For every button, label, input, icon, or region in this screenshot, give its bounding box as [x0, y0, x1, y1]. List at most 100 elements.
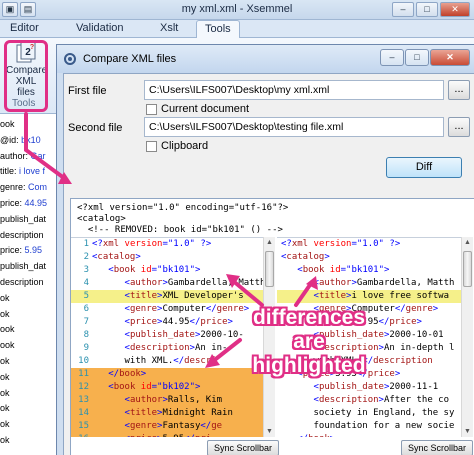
diff-button[interactable]: Diff	[386, 157, 462, 178]
code-line: 10 with XML.</descri	[71, 355, 263, 368]
dialog-titlebar: Compare XML files – □ ✕	[57, 45, 474, 73]
clipboard-checkbox[interactable]	[146, 141, 157, 152]
summary-line: <?xml version="1.0" encoding="utf-16"?>	[77, 203, 289, 213]
tree-item[interactable]: ok	[0, 419, 10, 429]
code-token: ="1.0" ?>	[351, 239, 401, 249]
code-token: Computer	[162, 304, 206, 314]
tree-item[interactable]: ook	[0, 324, 15, 334]
second-file-path-input[interactable]: C:\Users\ILFS007\Desktop\testing file.xm…	[144, 117, 444, 137]
line-number: 10	[78, 356, 89, 366]
tree-item[interactable]: genre: Com	[0, 182, 47, 192]
code-token: price	[129, 317, 158, 327]
code-token: An in-depth l	[383, 343, 455, 353]
tree-item[interactable]: price: 5.95	[0, 245, 42, 255]
first-file-browse-button[interactable]: ...	[448, 80, 470, 100]
code-token: 2000-10-01	[389, 330, 444, 340]
right-scroll-thumb[interactable]	[463, 251, 472, 287]
dialog-minimize-icon[interactable]: –	[380, 49, 404, 66]
tree-item[interactable]: ok	[0, 309, 10, 319]
code-line: 5 <title>XML Developer's	[71, 290, 263, 303]
code-token: </	[394, 304, 406, 314]
code-token: price	[200, 317, 228, 327]
tree-item[interactable]: description	[0, 230, 44, 240]
first-file-label: First file	[68, 85, 107, 97]
tree-item[interactable]: description	[0, 277, 44, 287]
tree-item-key: ook	[0, 324, 15, 335]
code-token: >	[140, 369, 147, 379]
right-sync-scrollbar-button[interactable]: Sync Scrollbar	[401, 440, 473, 455]
right-scrollbar[interactable]: ▲ ▼	[461, 237, 473, 437]
scroll-up-icon[interactable]: ▲	[264, 237, 275, 248]
code-token: book	[302, 265, 325, 275]
tree-item[interactable]: ok	[0, 435, 10, 445]
code-token: author	[129, 395, 163, 405]
code-line: 3 <book id="bk101">	[71, 264, 263, 277]
tree-item[interactable]: title: i love f	[0, 166, 45, 176]
left-scroll-thumb[interactable]	[265, 251, 274, 287]
tree-item[interactable]: ok	[0, 356, 10, 366]
code-token: genre	[405, 304, 433, 314]
tab-editor[interactable]: Editor	[10, 22, 39, 34]
tree-item[interactable]: @id: bk10	[0, 135, 41, 145]
tree-item[interactable]: ok	[0, 293, 10, 303]
tab-validation[interactable]: Validation	[76, 22, 124, 34]
code-token: Gambardella, Matth	[356, 278, 455, 288]
tree-item[interactable]: publish_dat	[0, 214, 46, 224]
tree-item-key: ook	[0, 119, 15, 129]
tree-item-key: ok	[0, 356, 10, 366]
left-code-pane[interactable]: 1 <?xml version="1.0" ?> 2 <catalog> 3 <book…	[71, 237, 263, 437]
code-token: book	[113, 265, 136, 275]
tree-item-value: bk10	[21, 134, 41, 145]
scroll-down-icon[interactable]: ▼	[264, 426, 275, 437]
code-token: price	[130, 434, 157, 437]
left-sync-scrollbar-button[interactable]: Sync Scrollbar	[207, 440, 279, 455]
scroll-down-icon[interactable]: ▼	[462, 426, 473, 437]
code-line: 13 <author>Ralls, Kim	[71, 394, 263, 407]
tree-item[interactable]: ook	[0, 119, 15, 129]
tree-item[interactable]: ok	[0, 372, 10, 382]
tab-tools[interactable]: Tools	[196, 20, 240, 39]
tree-item[interactable]: ok	[0, 388, 10, 398]
maximize-icon[interactable]: □	[416, 2, 438, 17]
tree-item-value: 5.95	[24, 245, 43, 256]
dialog-maximize-icon[interactable]: □	[405, 49, 429, 66]
code-token: id	[135, 265, 152, 275]
tree-item[interactable]: ok	[0, 403, 10, 413]
tab-xslt[interactable]: Xslt	[160, 22, 178, 34]
current-document-checkbox[interactable]	[146, 104, 157, 115]
first-file-path-input[interactable]: C:\Users\ILFS007\Desktop\my xml.xml	[144, 80, 444, 100]
tree-item-key: author:	[0, 150, 31, 161]
code-token: xml	[291, 239, 309, 249]
code-token: </	[173, 356, 185, 366]
close-icon[interactable]: ✕	[440, 2, 470, 17]
tree-item[interactable]: author: Gar	[0, 151, 46, 161]
minimize-icon[interactable]: –	[392, 2, 414, 17]
tree-item-key: publish_dat	[0, 261, 47, 272]
code-token: ="bk101">	[340, 265, 390, 275]
xml-tree-panel: ook @id: bk10 author: Gar title: i love f ge…	[0, 115, 56, 455]
tree-item[interactable]: ook	[0, 340, 15, 350]
code-token: After the co	[383, 395, 449, 405]
tree-item[interactable]: price: 44.95	[0, 198, 47, 208]
dialog-close-icon[interactable]: ✕	[430, 49, 470, 66]
code-line: <author>Gambardella, Matth	[277, 277, 461, 290]
code-line: <?xml version="1.0" ?>	[277, 238, 461, 251]
code-line: 15 <genre>Fantasy</ge	[71, 420, 263, 433]
code-token: Fantasy	[162, 421, 201, 431]
annotation-highlight-box	[4, 40, 48, 112]
code-line: society in England, the sy	[277, 407, 461, 420]
tree-item[interactable]: publish_dat	[0, 261, 46, 271]
code-token: 5.95	[162, 434, 184, 437]
code-token: Midnight Rain	[162, 408, 233, 418]
second-file-browse-button[interactable]: ...	[448, 117, 470, 137]
code-token: title	[318, 291, 347, 301]
code-token: Gambardella, Matth	[167, 278, 263, 288]
scroll-up-icon[interactable]: ▲	[462, 237, 473, 248]
